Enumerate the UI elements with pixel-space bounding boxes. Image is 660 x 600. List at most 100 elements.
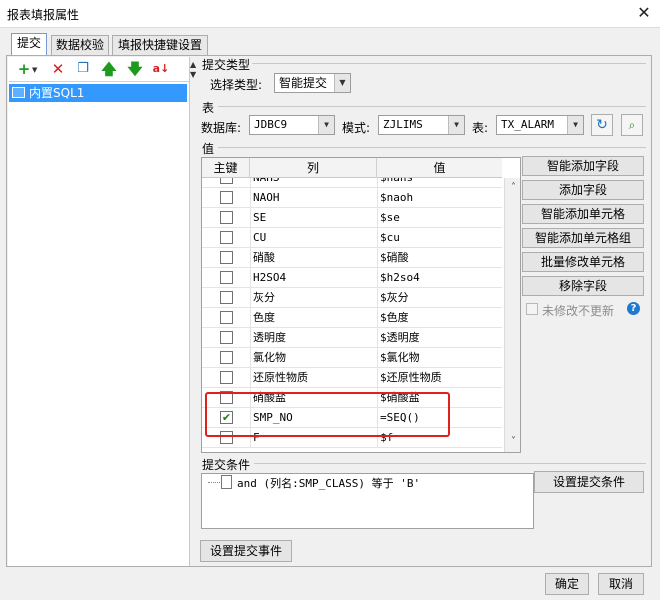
value-cell[interactable]: $h2so4 [377, 268, 502, 288]
splitter-arrow-down-icon[interactable]: ▼ [190, 70, 196, 79]
column-cell[interactable]: 氯化物 [250, 348, 377, 368]
add-icon[interactable]: + [14, 60, 34, 78]
chevron-down-icon: ▼ [318, 116, 334, 134]
tab-data-validation[interactable]: 数据校验 [51, 35, 109, 55]
scroll-down-icon[interactable]: ˅ [505, 434, 520, 450]
table-select[interactable]: TX_ALARM ▼ [496, 115, 584, 135]
primary-key-checkbox[interactable] [220, 351, 233, 364]
value-cell[interactable]: $硝酸 [377, 248, 502, 268]
table-row[interactable]: NAHS$nahs [202, 178, 502, 188]
add-field-button[interactable]: 添加字段 [522, 180, 644, 200]
primary-key-checkbox[interactable] [220, 311, 233, 324]
column-cell[interactable]: 还原性物质 [250, 368, 377, 388]
table-row[interactable]: NAOH $naoh [202, 188, 502, 208]
preview-search-icon[interactable]: ⌕ [621, 114, 643, 136]
unchanged-no-update-checkbox[interactable] [526, 303, 538, 315]
column-cell[interactable]: SE [250, 208, 377, 228]
vertical-scrollbar[interactable]: ˄ ˅ [504, 178, 520, 452]
schema-label: 模式: [342, 121, 371, 135]
column-cell[interactable]: CU [250, 228, 377, 248]
column-header-value[interactable]: 值 [377, 158, 502, 178]
primary-key-checkbox[interactable] [220, 231, 233, 244]
column-cell[interactable]: H2SO4 [250, 268, 377, 288]
set-condition-button[interactable]: 设置提交条件 [534, 471, 644, 493]
smart-add-cell-button[interactable]: 智能添加单元格 [522, 204, 644, 224]
primary-key-checkbox[interactable] [220, 331, 233, 344]
column-header-column[interactable]: 列 [250, 158, 377, 178]
value-cell[interactable]: $还原性物质 [377, 368, 502, 388]
smart-add-field-button[interactable]: 智能添加字段 [522, 156, 644, 176]
primary-key-checkbox[interactable] [220, 178, 233, 184]
tab-shortcut-settings[interactable]: 填报快捷键设置 [112, 35, 208, 55]
column-cell[interactable]: 色度 [250, 308, 377, 328]
move-up-icon[interactable]: 🡅 [99, 60, 119, 78]
table-row[interactable]: 硝酸 $硝酸 [202, 248, 502, 268]
toolbar-divider [9, 81, 189, 82]
primary-key-checkbox[interactable] [220, 191, 233, 204]
scroll-up-icon[interactable]: ˄ [505, 180, 520, 196]
database-select[interactable]: JDBC9 ▼ [249, 115, 335, 135]
column-header-key[interactable]: 主键 [202, 158, 250, 178]
table-row[interactable]: SE $se [202, 208, 502, 228]
value-cell[interactable]: $灰分 [377, 288, 502, 308]
table-row[interactable]: CU $cu [202, 228, 502, 248]
submit-type-select[interactable]: 智能提交 ▼ [274, 73, 351, 93]
table-row[interactable]: 透明度 $透明度 [202, 328, 502, 348]
column-cell[interactable]: 硝酸 [250, 248, 377, 268]
ok-button[interactable]: 确定 [545, 573, 589, 595]
value-cell[interactable]: $naoh [377, 188, 502, 208]
column-cell[interactable]: 透明度 [250, 328, 377, 348]
splitter-arrow-up-icon[interactable]: ▲ [190, 60, 196, 69]
cancel-button[interactable]: 取消 [598, 573, 644, 595]
help-icon[interactable]: ? [627, 302, 640, 315]
column-cell[interactable]: NAOH [250, 188, 377, 208]
splitter[interactable] [191, 57, 197, 566]
database-label: 数据库: [201, 121, 242, 135]
submit-type-label: 选择类型: [210, 78, 263, 92]
copy-icon[interactable]: ❐ [73, 60, 93, 78]
primary-key-checkbox[interactable] [220, 271, 233, 284]
table-value: TX_ALARM [501, 118, 554, 131]
table-row[interactable]: H2SO4 $h2so4 [202, 268, 502, 288]
unchanged-no-update-label: 未修改不更新 [542, 304, 615, 318]
primary-key-checkbox[interactable] [220, 291, 233, 304]
condition-item[interactable]: and (列名:SMP_CLASS) 等于 'B' [237, 475, 420, 491]
chevron-down-icon: ▼ [567, 116, 583, 134]
table-label: 表: [472, 121, 489, 135]
remove-field-button[interactable]: 移除字段 [522, 276, 644, 296]
chevron-down-icon: ▼ [334, 74, 350, 92]
schema-select[interactable]: ZJLIMS ▼ [378, 115, 465, 135]
value-cell[interactable]: $se [377, 208, 502, 228]
batch-modify-cell-button[interactable]: 批量修改单元格 [522, 252, 644, 272]
tree-item-sql1[interactable]: 内置SQL1 [9, 84, 187, 102]
value-cell[interactable]: $色度 [377, 308, 502, 328]
set-submit-event-button[interactable]: 设置提交事件 [200, 540, 292, 562]
condition-section-label: 提交条件 [202, 458, 251, 472]
value-cell[interactable]: $氯化物 [377, 348, 502, 368]
table-row[interactable]: 灰分 $灰分 [202, 288, 502, 308]
column-cell[interactable]: 灰分 [250, 288, 377, 308]
section-divider [254, 463, 646, 464]
add-dropdown-icon[interactable]: ▼ [32, 66, 37, 74]
value-cell[interactable]: $nahs [377, 178, 502, 188]
table-header: 主键 列 值 [202, 158, 502, 178]
value-cell[interactable]: $cu [377, 228, 502, 248]
smart-add-cell-group-button[interactable]: 智能添加单元格组 [522, 228, 644, 248]
refresh-icon[interactable]: ↻ [591, 114, 613, 136]
primary-key-checkbox[interactable] [220, 371, 233, 384]
sort-icon[interactable]: a↓ [151, 60, 171, 78]
move-down-icon[interactable]: 🡇 [125, 60, 145, 78]
table-row[interactable]: 色度 $色度 [202, 308, 502, 328]
delete-icon[interactable]: ✕ [48, 60, 68, 78]
section-divider [218, 147, 646, 148]
document-icon [221, 475, 232, 489]
table-row[interactable]: 还原性物质 $还原性物质 [202, 368, 502, 388]
column-cell[interactable]: NAHS [250, 178, 377, 188]
tree-connector [208, 482, 220, 483]
close-button[interactable]: ✕ [632, 2, 656, 24]
tab-submit[interactable]: 提交 [11, 33, 47, 56]
primary-key-checkbox[interactable] [220, 211, 233, 224]
primary-key-checkbox[interactable] [220, 251, 233, 264]
table-row[interactable]: 氯化物 $氯化物 [202, 348, 502, 368]
value-cell[interactable]: $透明度 [377, 328, 502, 348]
